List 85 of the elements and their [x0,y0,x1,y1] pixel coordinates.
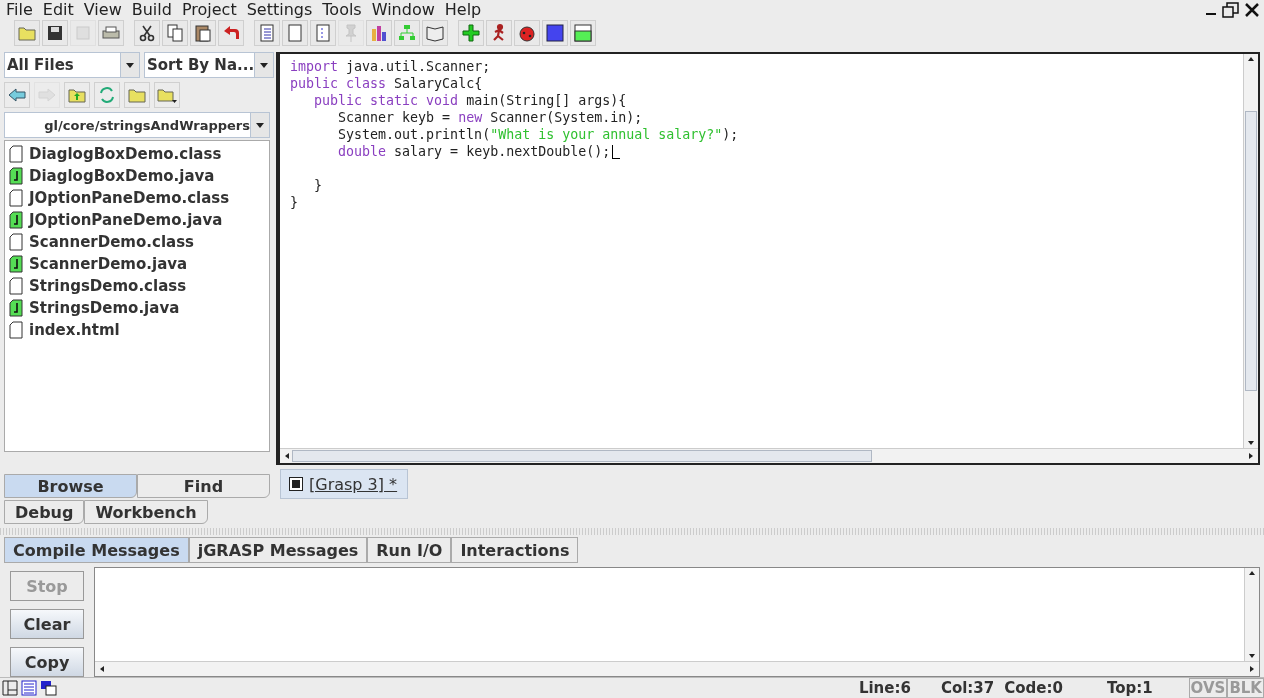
file-name[interactable]: StringsDemo.class [29,277,187,296]
nav-button[interactable] [64,82,90,109]
toolbar-button[interactable] [542,19,568,46]
split-window-icon [573,22,593,43]
plus-icon [461,22,481,43]
menu-item[interactable]: File [4,0,41,19]
message-tab[interactable]: Interactions [451,537,579,563]
toolbar-button[interactable] [134,19,160,46]
vertical-scrollbar[interactable] [1244,568,1259,661]
document-lines-icon [257,22,277,43]
message-tab[interactable]: Run I/O [367,537,452,563]
file-name[interactable]: DiaglogBoxDemo.java [29,167,215,186]
layout-icon[interactable] [2,680,18,696]
file-icon [9,145,23,164]
panel-tab[interactable]: Find [137,474,270,499]
vertical-scrollbar[interactable] [1243,54,1258,449]
menu-item[interactable]: Help [442,0,490,19]
code-line: public static void main(String[] args){ [313,92,627,110]
horizontal-scrollbar[interactable] [95,661,1259,676]
panel-tab[interactable]: Browse [4,474,137,499]
menu-item[interactable]: Build [129,0,180,19]
toolbar-button[interactable] [366,19,392,46]
code-line: public class SalaryCalc{ [290,75,483,93]
status-text: Col:37 [940,679,995,697]
close-icon[interactable] [1244,1,1260,18]
toolbar-button[interactable] [514,19,540,46]
java-file-icon [9,299,23,318]
java-file-icon [9,167,23,186]
message-tab[interactable]: jGRASP Messages [188,537,368,563]
menu-item[interactable]: Edit [40,0,82,19]
nav-button[interactable] [4,82,30,109]
file-icon [9,189,23,208]
windows-icon[interactable] [40,680,58,696]
refresh-icon [97,85,117,106]
numbered-document-icon [313,22,333,43]
code-line: import java.util.Scanner; [290,58,491,76]
file-name[interactable]: ScannerDemo.java [29,255,188,274]
code-line: } [313,177,323,195]
restore-icon[interactable] [1222,1,1240,18]
menu-item[interactable]: Window [369,0,443,19]
file-name[interactable]: DiaglogBoxDemo.class [29,145,222,164]
list-icon[interactable] [21,680,37,696]
clipboard-icon [193,22,213,43]
menu-item[interactable]: View [81,0,130,19]
code-line: Scanner keyb = new Scanner(System.in); [337,109,643,127]
code-line: double salary = keyb.nextDouble(); [337,143,611,161]
filter-dropdown[interactable]: All Files [4,52,140,79]
path-dropdown[interactable]: gl/core/stringsAndWrappers [4,112,270,139]
java-file-icon [9,255,23,274]
sort-dropdown[interactable]: Sort By Na... [144,52,275,79]
message-tab[interactable]: Compile Messages [4,537,189,563]
file-icon [9,233,23,252]
file-name[interactable]: JOptionPaneDemo.class [29,189,230,208]
java-file-icon [9,211,23,230]
code-line: } [290,194,298,212]
status-text: Line:6 [858,679,911,697]
menu-item[interactable]: Settings [244,0,321,19]
document-icon [285,22,305,43]
message-button[interactable]: Copy [10,647,84,677]
file-name[interactable]: StringsDemo.java [29,299,180,318]
file-name[interactable]: JOptionPaneDemo.java [29,211,223,230]
toolbar-button[interactable] [190,19,216,46]
document-tab[interactable]: [Grasp 3] * [280,469,409,500]
toolbar-button[interactable] [570,19,596,46]
csd-icon [289,477,303,492]
file-icon [9,277,23,296]
code-line: System.out.println("What is your annual salary?"); [337,126,739,144]
message-button[interactable]: Clear [10,609,84,639]
menu-item[interactable]: Project [179,0,245,19]
file-name[interactable]: index.html [29,321,120,340]
horizontal-scrollbar[interactable] [280,448,1258,464]
panel-tab[interactable]: Debug [4,500,85,525]
status-text: Top:1 [1106,679,1153,697]
toolbar-button[interactable] [42,19,68,46]
toolbar-button[interactable] [486,19,512,46]
copy-icon [165,22,185,43]
tree-diagram-icon [397,22,417,43]
menu-item[interactable]: Tools [320,0,370,19]
panel-tab[interactable]: Workbench [84,500,208,525]
file-icon [9,321,23,340]
status-text: Code:0 [1004,679,1063,697]
toolbar-button[interactable] [422,19,448,46]
toolbar-button[interactable] [218,19,244,46]
file-name[interactable]: ScannerDemo.class [29,233,194,252]
square-icon [545,22,565,43]
